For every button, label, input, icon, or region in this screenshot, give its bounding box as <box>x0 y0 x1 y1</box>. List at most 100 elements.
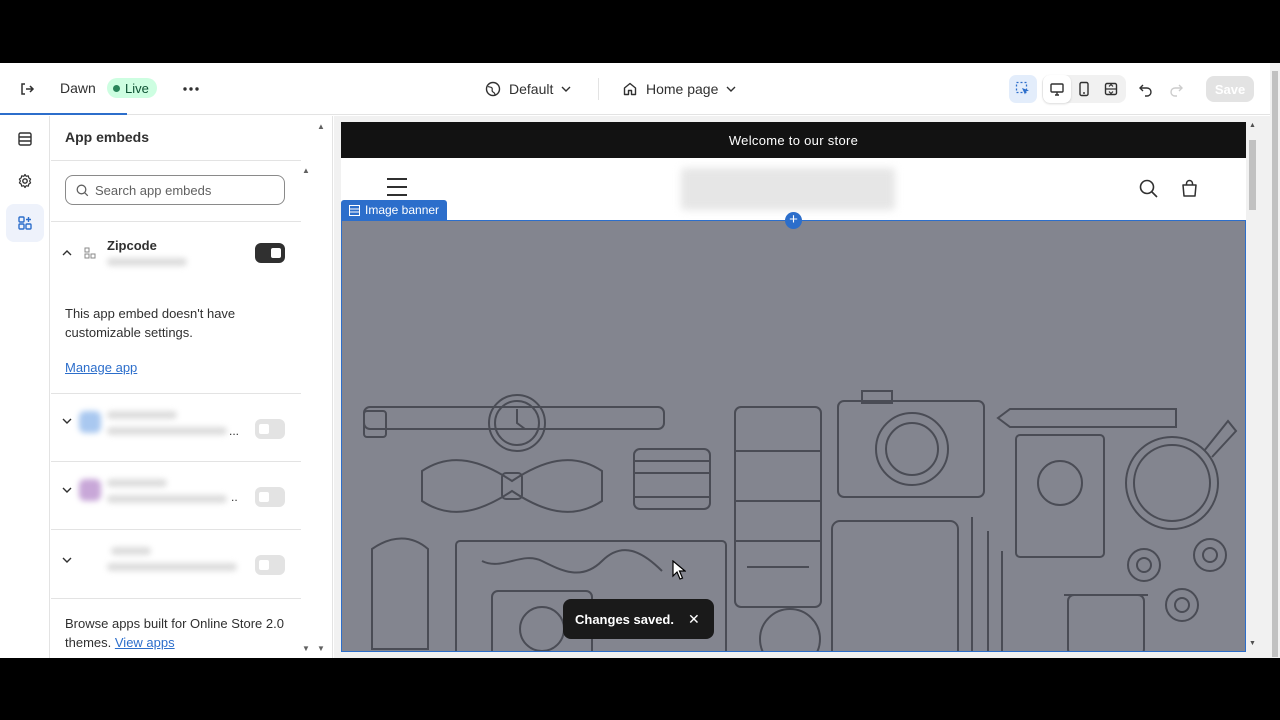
section-label: Image banner <box>365 203 440 217</box>
apps-icon <box>18 216 32 230</box>
page-scrollbar[interactable] <box>1270 63 1280 658</box>
theme-editor: Dawn Live Default Home page Save App emb… <box>0 63 1280 658</box>
browse-apps-text: Browse apps built for Online Store 2.0 t… <box>65 614 295 652</box>
fullscreen-view-button[interactable] <box>1097 75 1125 103</box>
embed-item[interactable]: Zipcode <box>51 234 301 274</box>
mobile-icon <box>1079 81 1089 97</box>
app-embeds-panel: App embeds ▲ ▲ Zipcode This app embed do… <box>51 116 333 658</box>
banner-illustration <box>363 390 1238 651</box>
embed-name: Zipcode <box>107 238 157 253</box>
embed-toggle[interactable] <box>255 555 285 575</box>
gear-icon <box>18 173 32 189</box>
rail-sections-button[interactable] <box>6 120 44 158</box>
blurred-app-icon <box>79 411 101 433</box>
blurred-app-name <box>107 411 177 419</box>
announcement-text: Welcome to our store <box>728 132 859 148</box>
blurred-store-logo[interactable] <box>681 168 895 210</box>
menu-icon[interactable] <box>387 178 407 196</box>
status-badge: Live <box>107 78 157 98</box>
search-field[interactable] <box>65 175 285 205</box>
search-icon <box>1139 179 1158 198</box>
undo-button[interactable] <box>1132 75 1160 103</box>
search-button[interactable] <box>1135 175 1161 201</box>
embed-item[interactable]: ... <box>51 406 301 452</box>
embed-item[interactable] <box>51 544 301 590</box>
globe-icon <box>485 81 501 97</box>
chevron-down-icon[interactable] <box>61 484 73 496</box>
chevron-down-icon[interactable] <box>61 554 73 566</box>
truncation-ellipsis: .. <box>231 490 238 504</box>
blurred-app-name <box>107 495 227 503</box>
embed-item[interactable]: .. <box>51 476 301 522</box>
redo-button[interactable] <box>1162 75 1190 103</box>
page-dropdown[interactable]: Home page <box>622 76 736 102</box>
scroll-up-arrow-icon[interactable]: ▲ <box>302 166 310 175</box>
search-icon <box>76 184 89 196</box>
scroll-up-arrow-icon[interactable]: ▲ <box>317 122 325 131</box>
embed-toggle[interactable] <box>255 487 285 507</box>
blurred-app-name <box>111 547 151 555</box>
rail-settings-button[interactable] <box>6 162 44 200</box>
toast-notification: Changes saved. ✕ <box>563 599 714 639</box>
blurred-app-name <box>107 479 167 487</box>
exit-button[interactable] <box>14 76 40 102</box>
close-icon[interactable]: ✕ <box>688 611 700 628</box>
scroll-down-arrow-icon[interactable]: ▼ <box>302 644 310 653</box>
blurred-app-icon <box>79 479 101 501</box>
chevron-up-icon[interactable] <box>61 247 73 259</box>
manage-app-link[interactable]: Manage app <box>65 360 137 375</box>
scroll-up-arrow-icon[interactable]: ▲ <box>1249 122 1256 129</box>
save-button[interactable]: Save <box>1206 76 1254 102</box>
panel-title: App embeds <box>65 129 150 145</box>
chevron-down-icon[interactable] <box>61 415 73 427</box>
announcement-bar[interactable]: Welcome to our store <box>341 122 1246 158</box>
divider <box>51 529 301 530</box>
desktop-icon <box>1050 83 1064 96</box>
section-label-tag[interactable]: Image banner <box>341 200 448 220</box>
mobile-view-button[interactable] <box>1070 75 1098 103</box>
preview-scrollbar[interactable]: ▲ ▼ <box>1247 122 1257 652</box>
divider <box>51 461 301 462</box>
embed-toggle[interactable] <box>255 419 285 439</box>
storefront: Welcome to our store Image banner + <box>341 122 1246 652</box>
theme-name: Dawn <box>60 80 96 96</box>
add-section-button[interactable]: + <box>785 212 802 229</box>
search-input[interactable] <box>95 182 265 198</box>
page-dropdown-label: Home page <box>646 81 719 97</box>
scroll-down-arrow-icon[interactable]: ▼ <box>317 644 325 653</box>
embed-toggle[interactable] <box>255 243 285 263</box>
mouse-cursor-icon <box>672 560 686 580</box>
rail-app-embeds-button[interactable] <box>6 204 44 242</box>
view-apps-link[interactable]: View apps <box>115 635 175 650</box>
embed-description: This app embed doesn't have customizable… <box>65 306 236 340</box>
scrollbar-thumb[interactable] <box>1249 140 1256 210</box>
blurred-app-name <box>107 258 187 266</box>
select-cursor-icon <box>1015 81 1029 95</box>
scroll-down-arrow-icon[interactable]: ▼ <box>1249 640 1256 647</box>
exit-icon <box>21 83 35 95</box>
chevron-down-icon <box>726 86 736 92</box>
more-actions-button[interactable] <box>178 76 204 102</box>
blurred-app-name <box>107 563 237 571</box>
cart-bag-icon <box>1181 179 1197 197</box>
blurred-app-name <box>107 427 227 435</box>
cart-button[interactable] <box>1176 175 1202 201</box>
home-icon <box>623 82 637 96</box>
store-preview: Welcome to our store Image banner + ▲ ▼ <box>334 116 1270 658</box>
app-block-icon <box>84 246 96 264</box>
expand-icon <box>1104 82 1118 96</box>
toast-message: Changes saved. <box>575 611 674 627</box>
image-banner-section[interactable] <box>341 220 1246 652</box>
scrollbar-thumb[interactable] <box>1272 71 1278 657</box>
desktop-view-button[interactable] <box>1043 75 1071 103</box>
chevron-down-icon <box>561 86 571 92</box>
divider <box>51 598 301 599</box>
inspector-toggle-button[interactable] <box>1009 75 1037 103</box>
truncation-ellipsis: ... <box>229 424 240 438</box>
left-rail <box>0 116 50 658</box>
preset-dropdown-label: Default <box>509 81 554 97</box>
divider <box>51 221 301 222</box>
preset-dropdown[interactable]: Default <box>485 76 571 102</box>
status-badge-label: Live <box>125 80 149 96</box>
redo-icon <box>1170 84 1183 97</box>
